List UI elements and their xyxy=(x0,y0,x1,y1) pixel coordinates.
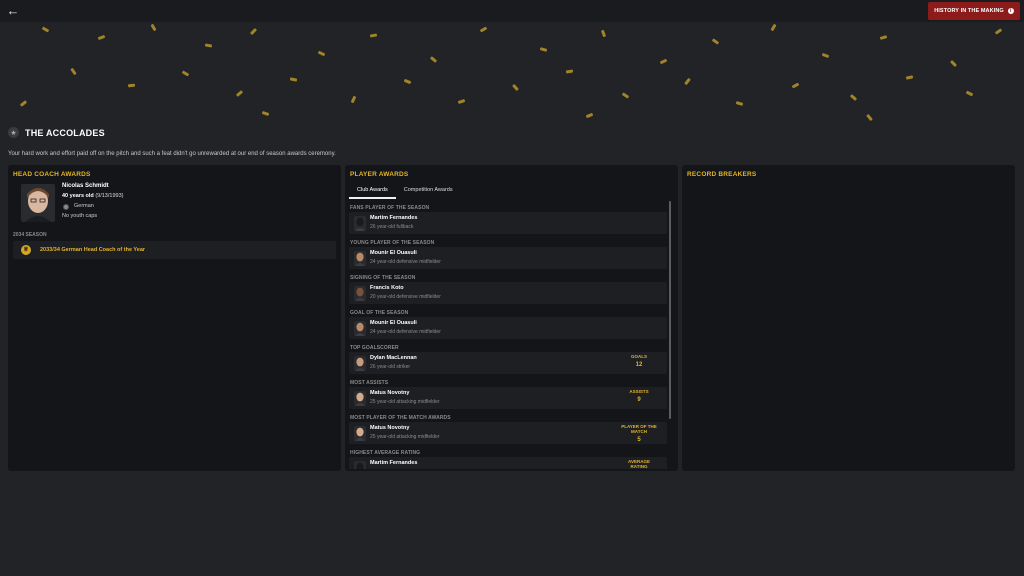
player-description: 26 year-old fullback xyxy=(370,224,414,230)
player-description: 20 year-old defensive midfielder xyxy=(370,294,441,300)
award-category: HIGHEST AVERAGE RATING xyxy=(350,450,421,456)
player-avatar xyxy=(354,356,366,371)
trophy-icon: ★ xyxy=(8,127,19,138)
player-name[interactable]: Mounir El Ouasuli xyxy=(370,250,417,256)
award-item: TOP GOALSCORER Dylan MacLennan 26 year-o… xyxy=(349,341,667,376)
player-avatar xyxy=(354,286,366,301)
record-breakers-panel: RECORD BREAKERS xyxy=(682,165,1015,471)
stat-value: 9 xyxy=(637,397,641,403)
player-name[interactable]: Matus Novotny xyxy=(370,390,409,396)
player-avatar xyxy=(354,461,366,469)
coach-award-row: ♕ 2033/34 German Head Coach of the Year xyxy=(13,241,336,259)
stat-label: ASSISTS xyxy=(629,389,649,394)
player-name[interactable]: Matus Novotny xyxy=(370,425,409,431)
accolades-header: ★ THE ACCOLADES xyxy=(8,127,105,138)
award-stat: ASSISTS 9 xyxy=(619,389,659,403)
award-category: MOST ASSISTS xyxy=(350,380,389,386)
award-category: MOST PLAYER OF THE MATCH AWARDS xyxy=(350,415,451,421)
player-awards-title: PLAYER AWARDS xyxy=(350,171,409,178)
player-avatar xyxy=(354,426,366,441)
coach-youth-caps: No youth caps xyxy=(62,213,98,219)
award-item: FANS PLAYER OF THE SEASON Martim Fernand… xyxy=(349,201,667,236)
top-bar: ← HISTORY IN THE MAKING i xyxy=(0,0,1024,22)
stat-value: 12 xyxy=(635,362,643,368)
player-description: 24 year-old defensive midfielder xyxy=(370,259,441,265)
player-avatar xyxy=(354,251,366,266)
award-stat: GOALS 12 xyxy=(619,354,659,368)
awards-tabs: Club Awards Competition Awards xyxy=(349,184,461,199)
info-icon: i xyxy=(1007,8,1014,14)
season-label: 2034 SEASON xyxy=(13,232,47,238)
record-breakers-title: RECORD BREAKERS xyxy=(687,171,757,178)
player-name[interactable]: Martim Fernandes xyxy=(370,460,417,466)
award-category: YOUNG PLAYER OF THE SEASON xyxy=(350,240,435,246)
player-description: 25 year-old attacking midfielder xyxy=(370,399,440,405)
history-in-the-making-button[interactable]: HISTORY IN THE MAKING i xyxy=(928,2,1020,20)
player-name[interactable]: Francis Koto xyxy=(370,285,404,291)
award-stat: PLAYER OF THE MATCH 5 xyxy=(619,424,659,443)
coach-avatar xyxy=(21,184,55,222)
player-avatar xyxy=(354,321,366,336)
confetti-background xyxy=(0,22,1024,122)
award-item: MOST PLAYER OF THE MATCH AWARDS Matus No… xyxy=(349,411,667,446)
player-avatar xyxy=(354,216,366,231)
coach-award-label: 2033/34 German Head Coach of the Year xyxy=(40,247,146,253)
awards-list: FANS PLAYER OF THE SEASON Martim Fernand… xyxy=(349,201,671,469)
page-title: THE ACCOLADES xyxy=(25,127,105,138)
player-name[interactable]: Mounir El Ouasuli xyxy=(370,320,417,326)
award-item: MOST ASSISTS Matus Novotny 25 year-old a… xyxy=(349,376,667,411)
stat-value: 5 xyxy=(637,437,641,443)
player-awards-panel: PLAYER AWARDS Club Awards Competition Aw… xyxy=(345,165,678,471)
award-winner-row[interactable]: Francis Koto 20 year-old defensive midfi… xyxy=(349,282,667,304)
accolades-description: Your hard work and effort paid off on th… xyxy=(8,151,336,157)
award-winner-row[interactable]: Matus Novotny 25 year-old attacking midf… xyxy=(349,387,667,409)
arrow-left-icon[interactable]: ← xyxy=(6,4,20,18)
award-category: TOP GOALSCORER xyxy=(350,345,399,351)
award-winner-row[interactable]: Mounir El Ouasuli 24 year-old defensive … xyxy=(349,247,667,269)
coach-nationality: German xyxy=(74,203,94,209)
award-winner-row[interactable]: Matus Novotny 25 year-old attacking midf… xyxy=(349,422,667,444)
award-stat: AVERAGE RATING xyxy=(619,459,659,469)
award-category: FANS PLAYER OF THE SEASON xyxy=(350,205,430,211)
history-button-label: HISTORY IN THE MAKING xyxy=(934,8,1004,14)
award-medal-icon: ♕ xyxy=(21,245,31,255)
stat-label: GOALS xyxy=(630,354,647,359)
head-coach-awards-panel: HEAD COACH AWARDS Nicolas Schmidt 40 yea… xyxy=(8,165,341,471)
award-winner-row[interactable]: Martim Fernandes AVERAGE RATING xyxy=(349,457,667,469)
award-item: SIGNING OF THE SEASON Francis Koto 20 ye… xyxy=(349,271,667,306)
player-name[interactable]: Martim Fernandes xyxy=(370,215,417,221)
award-category: SIGNING OF THE SEASON xyxy=(350,275,416,281)
stat-label: AVERAGE RATING xyxy=(628,459,650,469)
coach-name[interactable]: Nicolas Schmidt xyxy=(62,183,109,189)
award-winner-row[interactable]: Mounir El Ouasuli 24 year-old defensive … xyxy=(349,317,667,339)
award-category: GOAL OF THE SEASON xyxy=(350,310,409,316)
head-coach-awards-title: HEAD COACH AWARDS xyxy=(13,171,91,178)
award-item: GOAL OF THE SEASON Mounir El Ouasuli 24 … xyxy=(349,306,667,341)
player-name[interactable]: Dylan MacLennan xyxy=(370,355,417,361)
award-item: HIGHEST AVERAGE RATING Martim Fernandes … xyxy=(349,446,667,469)
player-description: 24 year-old defensive midfielder xyxy=(370,329,441,335)
germany-flag-icon xyxy=(63,204,69,210)
stat-label: PLAYER OF THE MATCH xyxy=(621,424,657,434)
award-winner-row[interactable]: Martim Fernandes 26 year-old fullback xyxy=(349,212,667,234)
award-winner-row[interactable]: Dylan MacLennan 26 year-old striker GOAL… xyxy=(349,352,667,374)
tab-club-awards[interactable]: Club Awards xyxy=(349,184,396,199)
scrollbar[interactable] xyxy=(669,201,671,419)
coach-age: 40 years old (9/13/1993) xyxy=(62,193,124,199)
player-description: 26 year-old striker xyxy=(370,364,411,370)
tab-competition-awards[interactable]: Competition Awards xyxy=(396,184,461,199)
player-description: 25 year-old attacking midfielder xyxy=(370,434,440,440)
award-item: YOUNG PLAYER OF THE SEASON Mounir El Oua… xyxy=(349,236,667,271)
player-avatar xyxy=(354,391,366,406)
